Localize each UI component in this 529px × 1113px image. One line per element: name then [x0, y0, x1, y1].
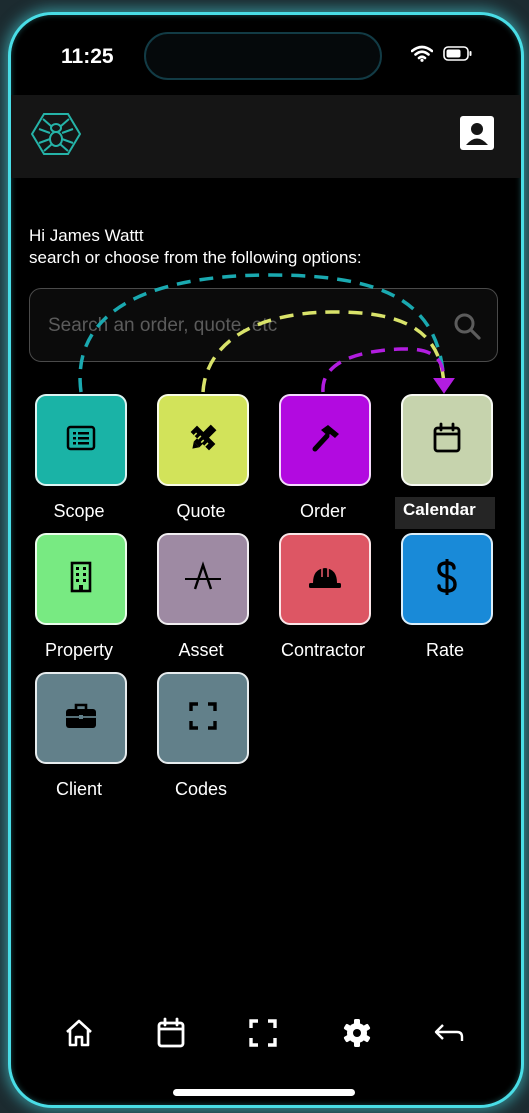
hard-hat-icon — [308, 563, 342, 596]
tile-property[interactable] — [35, 533, 127, 625]
bottom-nav — [11, 1015, 521, 1055]
battery-icon — [443, 46, 473, 61]
search-icon[interactable] — [453, 312, 481, 345]
status-icons — [411, 45, 473, 62]
tile-rate[interactable] — [401, 533, 493, 625]
scan-icon — [248, 1018, 278, 1053]
tile-label-property: Property — [44, 640, 114, 660]
tile-asset[interactable] — [157, 533, 249, 625]
app-header — [11, 95, 521, 178]
scan-icon — [188, 701, 218, 736]
greeting: Hi James Wattt search or choose from the… — [29, 225, 362, 269]
phone-frame: 11:25 Hi James Wattt search or choose fr… — [8, 12, 524, 1108]
search-input[interactable] — [46, 289, 440, 363]
nav-settings[interactable] — [337, 1015, 377, 1055]
home-indicator[interactable] — [173, 1089, 355, 1096]
spider-logo-icon[interactable] — [30, 111, 82, 162]
tile-scope[interactable] — [35, 394, 127, 486]
nav-calendar[interactable] — [151, 1015, 191, 1055]
wifi-icon — [411, 45, 433, 62]
hammer-icon — [308, 421, 342, 460]
tile-label-contractor: Contractor — [280, 640, 366, 660]
arrow-head — [433, 378, 455, 394]
dynamic-island — [144, 32, 382, 80]
tile-calendar[interactable] — [401, 394, 493, 486]
pencil-ruler-icon — [186, 421, 220, 460]
calendar-icon — [432, 422, 462, 459]
tile-label-order: Order — [299, 501, 346, 521]
asset-icon — [183, 560, 223, 598]
status-time: 11:25 — [61, 45, 114, 68]
profile-icon[interactable] — [459, 115, 495, 156]
tile-contractor[interactable] — [279, 533, 371, 625]
tile-label-quote: Quote — [176, 501, 226, 521]
tile-label-codes: Codes — [174, 779, 228, 799]
tile-codes[interactable] — [157, 672, 249, 764]
tile-label-scope: Scope — [53, 501, 105, 521]
dollar-icon — [434, 558, 460, 600]
tile-quote[interactable] — [157, 394, 249, 486]
calendar-tooltip: Calendar — [395, 497, 495, 529]
briefcase-icon — [64, 702, 98, 735]
nav-back[interactable] — [429, 1015, 469, 1055]
tile-order[interactable] — [279, 394, 371, 486]
list-alt-icon — [65, 422, 97, 459]
building-icon — [66, 560, 96, 599]
nav-home[interactable] — [59, 1015, 99, 1055]
home-icon — [64, 1018, 94, 1053]
tile-label-rate: Rate — [425, 640, 465, 660]
greeting-name: Hi James Wattt — [29, 226, 144, 245]
gear-icon — [342, 1018, 372, 1053]
back-arrow-icon — [433, 1021, 465, 1050]
search-box — [29, 288, 498, 363]
nav-scan[interactable] — [243, 1015, 283, 1055]
tile-client[interactable] — [35, 672, 127, 764]
tile-label-asset: Asset — [178, 640, 224, 660]
greeting-instructions: search or choose from the following opti… — [29, 248, 362, 267]
tile-label-client: Client — [55, 779, 103, 799]
calendar-icon — [156, 1017, 186, 1054]
